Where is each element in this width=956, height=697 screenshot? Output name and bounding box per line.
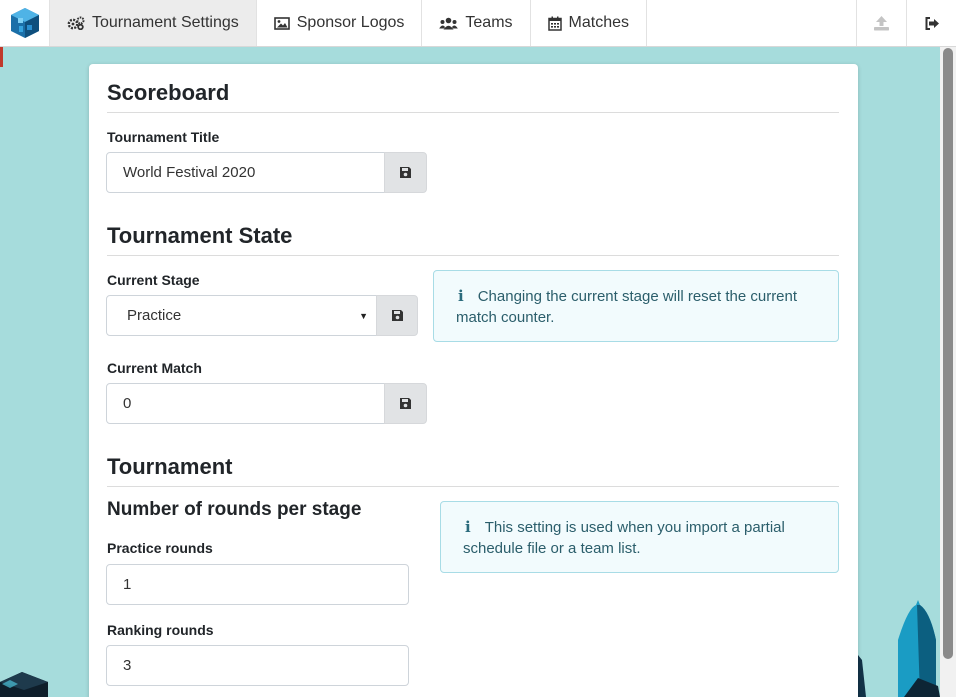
- tab-teams[interactable]: Teams: [422, 0, 531, 46]
- cube-logo-icon: [10, 8, 39, 38]
- current-match-value: 0: [123, 395, 132, 412]
- current-match-input[interactable]: 0: [106, 383, 385, 424]
- rounds-info-text: This setting is used when you import a p…: [463, 519, 785, 557]
- scoreboard-heading: Scoreboard: [107, 80, 839, 113]
- upload-icon: [874, 16, 889, 31]
- current-stage-select[interactable]: Practice ▼: [106, 295, 377, 336]
- current-stage-label: Current Stage: [107, 272, 200, 288]
- sign-out-icon: [925, 16, 939, 30]
- floppy-disk-icon: [400, 398, 411, 409]
- users-icon: [439, 17, 459, 30]
- practice-rounds-value: 1: [123, 576, 132, 593]
- floppy-disk-icon: [400, 167, 411, 178]
- practice-rounds-input[interactable]: 1: [106, 564, 409, 605]
- stage-info-alert: i Changing the current stage will reset t…: [433, 270, 839, 342]
- upload-button[interactable]: [856, 0, 906, 46]
- tab-label: Sponsor Logos: [296, 14, 405, 31]
- page-edge-marker: [0, 47, 3, 67]
- tab-matches[interactable]: Matches: [531, 0, 647, 46]
- scrollbar-thumb[interactable]: [943, 48, 953, 659]
- info-icon: i: [465, 518, 471, 536]
- tab-label: Tournament Settings: [92, 14, 239, 31]
- logout-button[interactable]: [906, 0, 956, 46]
- info-icon: i: [458, 287, 464, 305]
- tab-sponsor-logos[interactable]: Sponsor Logos: [257, 0, 423, 46]
- stage-info-text: Changing the current stage will reset th…: [456, 288, 798, 326]
- chevron-down-icon: ▼: [359, 311, 368, 321]
- background-cube-decoration: [0, 672, 48, 697]
- tournament-heading: Tournament: [107, 454, 839, 487]
- tournament-title-label: Tournament Title: [107, 129, 220, 145]
- tournament-state-heading: Tournament State: [107, 223, 839, 256]
- current-stage-value: Practice: [127, 307, 182, 324]
- save-stage-button[interactable]: [376, 295, 418, 336]
- image-icon: [273, 16, 290, 30]
- background-skyline-decoration: [858, 600, 940, 697]
- tab-label: Teams: [465, 14, 513, 31]
- tournament-title-value: World Festival 2020: [123, 164, 256, 181]
- ranking-rounds-label: Ranking rounds: [107, 622, 214, 638]
- tab-tournament-settings[interactable]: Tournament Settings: [50, 0, 257, 46]
- practice-rounds-label: Practice rounds: [107, 540, 213, 556]
- tab-label: Matches: [568, 14, 629, 31]
- top-navbar: Tournament Settings Sponsor Logos Teams: [0, 0, 956, 47]
- app-logo[interactable]: [0, 0, 50, 46]
- floppy-disk-icon: [391, 310, 403, 321]
- settings-card: Scoreboard Tournament Title World Festiv…: [89, 64, 858, 697]
- ranking-rounds-value: 3: [123, 657, 132, 674]
- save-match-button[interactable]: [384, 383, 427, 424]
- tournament-title-input[interactable]: World Festival 2020: [106, 152, 385, 193]
- current-match-label: Current Match: [107, 360, 202, 376]
- rounds-info-alert: i This setting is used when you import a …: [440, 501, 839, 573]
- calendar-icon: [547, 16, 562, 31]
- save-title-button[interactable]: [384, 152, 427, 193]
- rounds-per-stage-heading: Number of rounds per stage: [107, 499, 362, 520]
- gears-icon: [67, 16, 85, 30]
- ranking-rounds-input[interactable]: 3: [106, 645, 409, 686]
